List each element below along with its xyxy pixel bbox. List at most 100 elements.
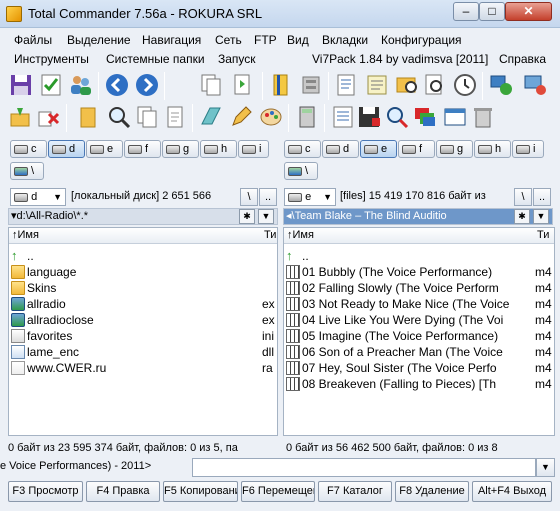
edit-doc-icon[interactable]	[332, 70, 362, 100]
bookmark-icon[interactable]	[266, 70, 296, 100]
menu-help[interactable]: Справка	[499, 52, 546, 66]
users-icon[interactable]	[66, 70, 96, 100]
monitor-sync-icon[interactable]	[520, 70, 550, 100]
menu-system-folders[interactable]: Системные папки	[106, 52, 205, 66]
drive-button-h[interactable]: h	[200, 140, 237, 158]
menu-navigation[interactable]: Навигация	[142, 33, 201, 47]
menu-selection[interactable]: Выделение	[67, 33, 131, 47]
left-root-button[interactable]: \	[240, 188, 258, 206]
file-row[interactable]: ↑..	[284, 248, 554, 264]
forward-arrow-icon[interactable]	[132, 70, 162, 100]
folder-search-icon[interactable]	[392, 70, 422, 100]
drive-button-g[interactable]: g	[162, 140, 199, 158]
file-row[interactable]: ↑..	[9, 248, 277, 264]
file-row[interactable]: 04 Live Like You Were Dying (The Voi m4	[284, 312, 554, 328]
file-row[interactable]: allradio ex	[9, 296, 277, 312]
save-disk-icon[interactable]	[354, 102, 384, 132]
drive-button-i[interactable]: i	[512, 140, 544, 158]
drive-button-d[interactable]: d	[48, 140, 85, 158]
network-globe-icon[interactable]	[486, 70, 516, 100]
chevron-down-icon[interactable]: ▼	[258, 209, 274, 224]
document-icon[interactable]	[160, 102, 190, 132]
zoom-icon[interactable]	[382, 102, 412, 132]
command-line-input[interactable]	[192, 458, 536, 477]
f7-mkdir-button[interactable]: F7 Каталог	[318, 481, 392, 502]
f5-copy-button[interactable]: F5 Копирование	[163, 481, 238, 502]
right-drive-combo[interactable]: e ▼	[284, 188, 336, 206]
network-drive-button[interactable]: \	[10, 162, 44, 180]
file-row[interactable]: allradioclose ex	[9, 312, 277, 328]
user-pin-icon[interactable]	[6, 102, 36, 132]
folder-open-icon[interactable]	[74, 102, 104, 132]
right-up-button[interactable]: ..	[533, 188, 551, 206]
notebook-icon[interactable]	[196, 102, 226, 132]
notes-icon[interactable]	[362, 70, 392, 100]
close-button[interactable]: ✕	[505, 2, 552, 21]
f8-delete-button[interactable]: F8 Удаление	[395, 481, 469, 502]
left-up-button[interactable]: ..	[259, 188, 277, 206]
windows-icon[interactable]	[410, 102, 440, 132]
recycle-icon[interactable]	[468, 102, 498, 132]
minimize-button[interactable]: –	[453, 2, 479, 21]
f4-edit-button[interactable]: F4 Правка	[86, 481, 160, 502]
drive-button-h[interactable]: h	[474, 140, 511, 158]
left-drive-combo[interactable]: d ▼	[10, 188, 66, 206]
menu-configuration[interactable]: Конфигурация	[381, 33, 462, 47]
left-current-path[interactable]: ▾d:\All-Radio\*.*	[8, 208, 278, 225]
f3-view-button[interactable]: F3 Просмотр	[8, 481, 83, 502]
file-row[interactable]: 02 Falling Slowly (The Voice Perform m4	[284, 280, 554, 296]
file-row[interactable]: lame_enc dll	[9, 344, 277, 360]
menu-files[interactable]: Файлы	[14, 33, 52, 47]
right-current-path[interactable]: ◂\Team Blake – The Blind Auditio	[283, 208, 553, 225]
delete-x-icon[interactable]	[34, 102, 64, 132]
right-root-button[interactable]: \	[514, 188, 532, 206]
file-row[interactable]: favorites ini	[9, 328, 277, 344]
file-row[interactable]: www.CWER.ru ra	[9, 360, 277, 376]
file-row[interactable]: Skins	[9, 280, 277, 296]
magnifier-icon[interactable]	[104, 102, 134, 132]
drive-button-f[interactable]: f	[124, 140, 161, 158]
check-list-icon[interactable]	[36, 70, 66, 100]
column-ext-header[interactable]: Ти	[537, 229, 549, 241]
f6-move-button[interactable]: F6 Перемещение	[241, 481, 315, 502]
chevron-down-icon[interactable]: ▼	[536, 458, 555, 477]
file-row[interactable]: 05 Imagine (The Voice Performance) m4	[284, 328, 554, 344]
chevron-down-icon[interactable]: ▼	[533, 209, 549, 224]
file-row[interactable]: 01 Bubbly (The Voice Performance) m4	[284, 264, 554, 280]
network-drive-button[interactable]: \	[284, 162, 318, 180]
menu-ftp[interactable]: FTP	[254, 33, 277, 47]
file-row[interactable]: 08 Breakeven (Falling to Pieces) [Th m4	[284, 376, 554, 392]
copy-pages-icon[interactable]	[196, 70, 226, 100]
drive-button-e[interactable]: e	[86, 140, 123, 158]
database-icon[interactable]	[296, 70, 326, 100]
column-name-header[interactable]: ↑Имя	[287, 229, 314, 241]
calculator-icon[interactable]	[292, 102, 322, 132]
menu-network[interactable]: Сеть	[215, 33, 242, 47]
menu-launch[interactable]: Запуск	[218, 52, 256, 66]
file-row[interactable]: 07 Hey, Soul Sister (The Voice Perfo m4	[284, 360, 554, 376]
file-row[interactable]: language	[9, 264, 277, 280]
palette-icon[interactable]	[256, 102, 286, 132]
window-icon[interactable]	[440, 102, 470, 132]
magnifier-doc-icon[interactable]	[420, 70, 450, 100]
drive-button-i[interactable]: i	[238, 140, 269, 158]
column-ext-header[interactable]: Ти	[264, 229, 276, 241]
drive-button-c[interactable]: c	[284, 140, 321, 158]
menu-tools[interactable]: Инструменты	[14, 52, 89, 66]
column-name-header[interactable]: ↑Имя	[12, 229, 39, 241]
pages-icon[interactable]	[132, 102, 162, 132]
alt-f4-exit-button[interactable]: Alt+F4 Выход	[472, 481, 552, 502]
menu-tabs[interactable]: Вкладки	[322, 33, 368, 47]
star-icon[interactable]: ✱	[239, 209, 255, 224]
drive-button-d[interactable]: d	[322, 140, 359, 158]
drive-button-g[interactable]: g	[436, 140, 473, 158]
file-row[interactable]: 03 Not Ready to Make Nice (The Voice m4	[284, 296, 554, 312]
drive-button-f[interactable]: f	[398, 140, 435, 158]
floppy-save-icon[interactable]	[6, 70, 36, 100]
file-row[interactable]: 06 Son of a Preacher Man (The Voice m4	[284, 344, 554, 360]
pen-icon[interactable]	[226, 102, 256, 132]
drive-button-e[interactable]: e	[360, 140, 397, 158]
menu-view[interactable]: Вид	[287, 33, 309, 47]
clock-icon[interactable]	[450, 70, 480, 100]
paste-pages-icon[interactable]	[228, 70, 258, 100]
